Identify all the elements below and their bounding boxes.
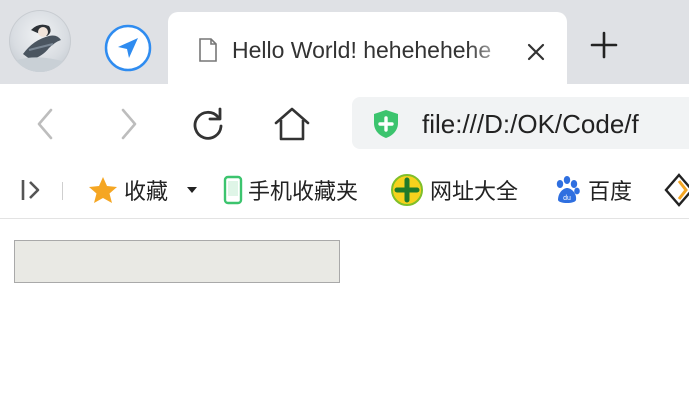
back-button[interactable]: [24, 102, 68, 146]
chevron-right-icon: [121, 108, 137, 140]
tab-strip: Hello World! hehehehehe: [0, 0, 689, 84]
tab-title-fade: [468, 32, 512, 68]
bookmark-overflow-item[interactable]: [664, 172, 689, 208]
navigation-toolbar: file:///D:/OK/Code/f: [0, 84, 689, 162]
secure-shield-icon: [374, 110, 398, 138]
new-tab-button[interactable]: [586, 27, 622, 63]
web-directory-icon: [390, 173, 424, 207]
home-icon: [274, 107, 310, 141]
bookmark-baidu[interactable]: du 百度: [552, 172, 632, 208]
gray-rectangle-element: [14, 240, 340, 283]
page-content: [0, 219, 689, 414]
bookmark-label: 手机收藏夹: [248, 179, 359, 204]
reload-button[interactable]: [186, 102, 230, 146]
bookmark-label: 收藏: [124, 179, 169, 204]
navigation-pin-button[interactable]: [104, 24, 152, 72]
dropdown-caret-icon[interactable]: [186, 185, 198, 195]
chevron-left-icon: [37, 108, 53, 140]
bookmark-web-directory[interactable]: 网址大全: [390, 172, 518, 208]
active-tab[interactable]: Hello World! hehehehehe: [168, 12, 567, 84]
tab-close-button[interactable]: [522, 38, 550, 66]
baidu-paw-icon: du: [552, 175, 582, 205]
page-file-icon: [199, 38, 217, 62]
sidebar-expand-icon: [21, 180, 40, 200]
bookmarks-bar: 收藏 手机收藏夹 网址大全 du 百度: [0, 162, 689, 219]
phone-icon: [222, 175, 244, 205]
svg-text:du: du: [563, 195, 571, 202]
bookmark-mobile-favorites[interactable]: 手机收藏夹: [222, 172, 358, 208]
avatar-image: [17, 24, 65, 72]
star-icon: [88, 176, 118, 204]
reload-icon: [193, 107, 223, 140]
address-url: file:///D:/OK/Code/f: [422, 109, 639, 139]
bookmark-separator: [62, 182, 63, 200]
sidebar-toggle-button[interactable]: [18, 172, 46, 208]
forward-button[interactable]: [106, 102, 150, 146]
diamond-logo-icon: [664, 173, 689, 207]
plus-icon: [590, 31, 618, 59]
bookmark-favorites[interactable]: 收藏: [88, 172, 204, 208]
bookmark-label: 百度: [588, 179, 633, 204]
close-icon: [527, 43, 545, 61]
bookmark-label: 网址大全: [430, 179, 519, 204]
home-button[interactable]: [270, 102, 314, 146]
location-arrow-icon: [104, 24, 152, 72]
tab-title: Hello World! hehehehehe: [232, 37, 492, 63]
address-bar[interactable]: file:///D:/OK/Code/f: [352, 97, 689, 149]
user-avatar[interactable]: [9, 10, 71, 72]
